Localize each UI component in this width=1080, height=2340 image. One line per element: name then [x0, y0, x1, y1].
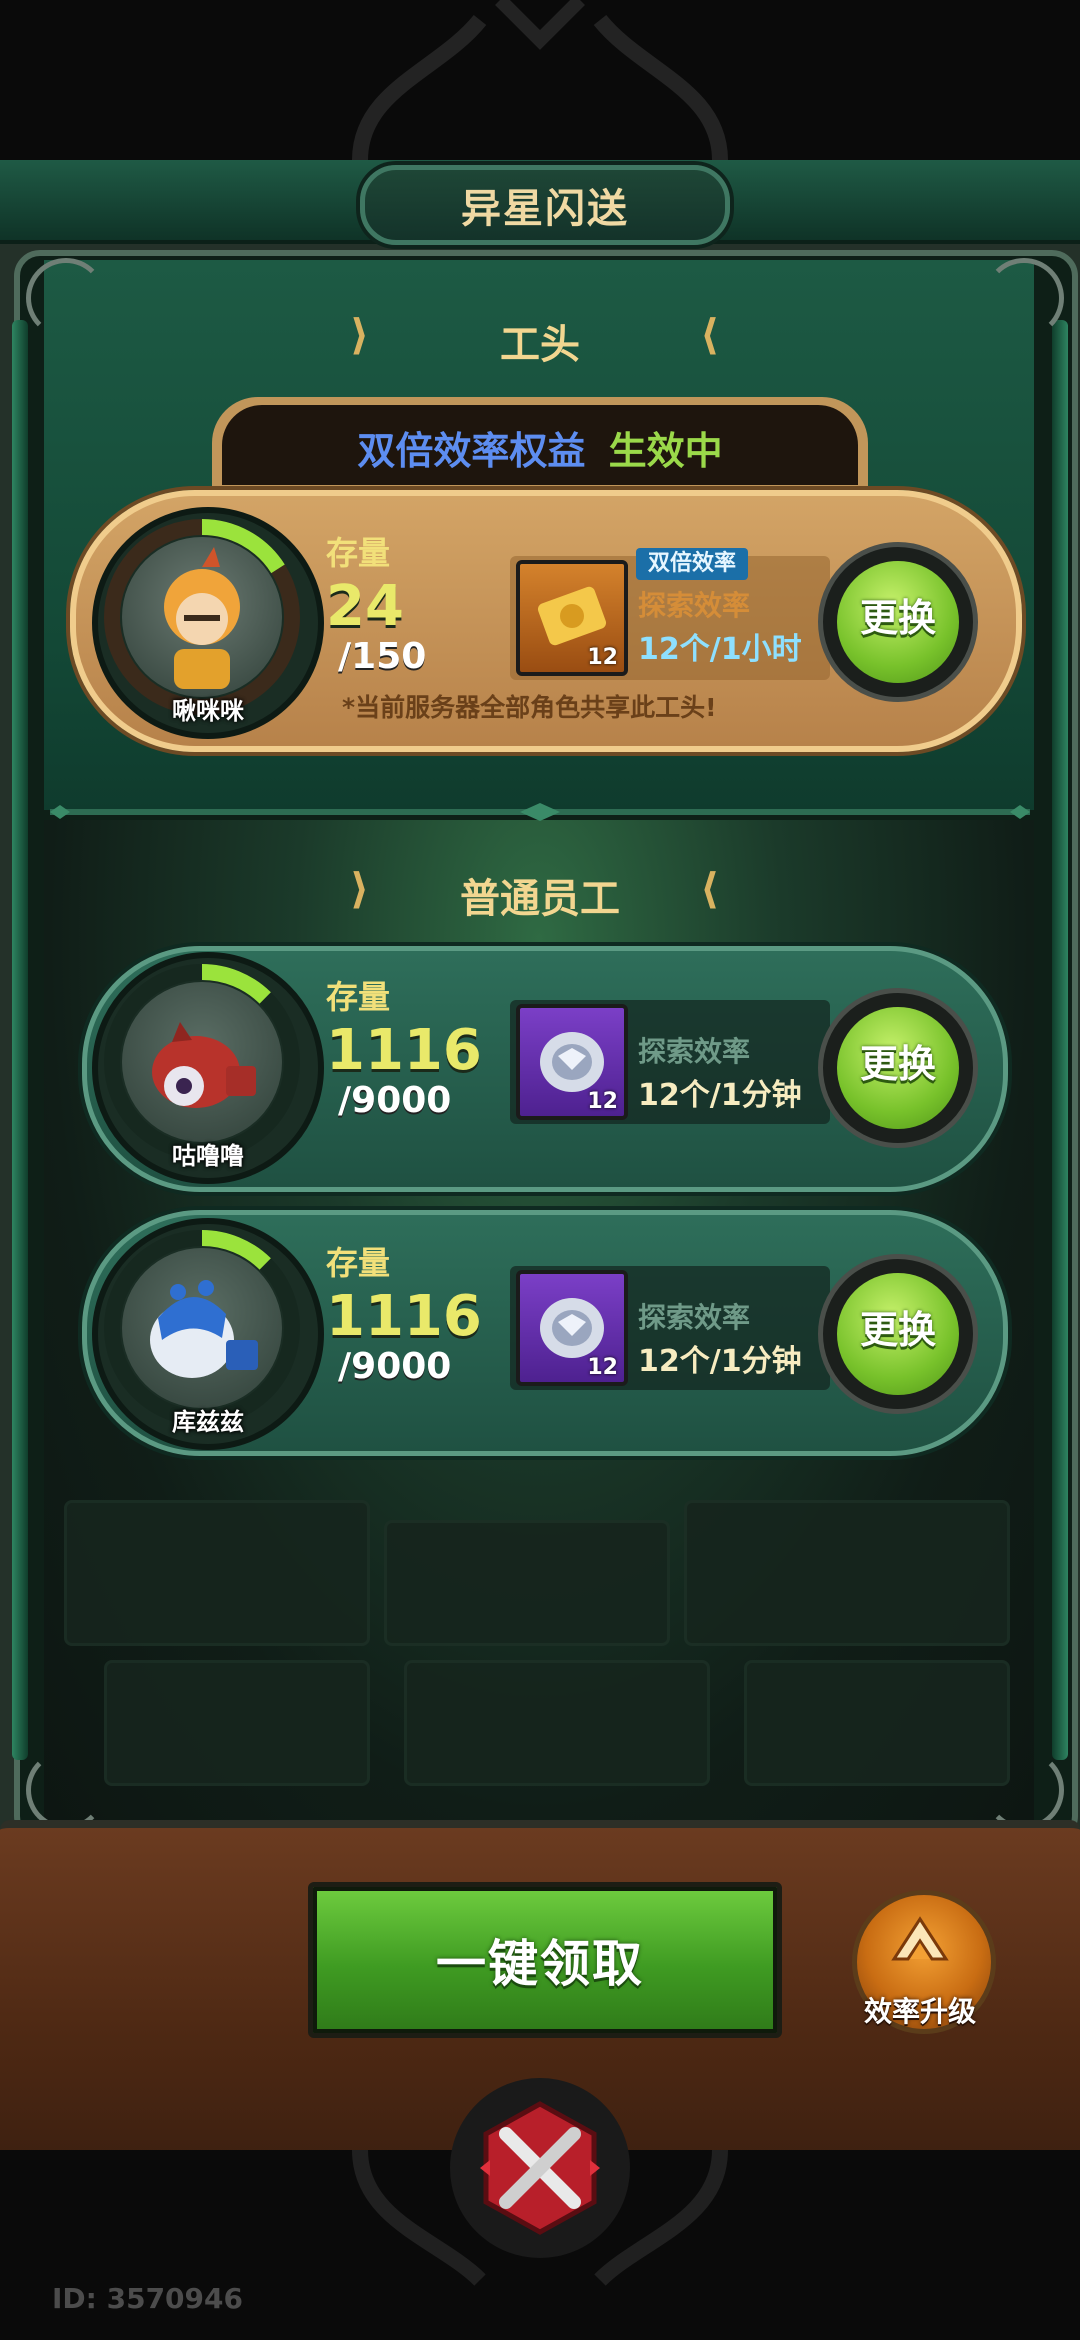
boss-stock-label: 存量 [326, 534, 391, 572]
boss-shared-note: *当前服务器全部角色共享此工头! [342, 693, 717, 722]
staff-stock-count: 1116 [326, 1018, 482, 1083]
staff-stock-label: 存量 [326, 1244, 391, 1282]
staff-stock-capacity: /9000 [338, 1080, 452, 1121]
boss-efficiency-rate: 12个/1小时 [638, 632, 802, 667]
page-title: 异星闪送 [461, 186, 629, 232]
staff-item-count: 12 [587, 1355, 618, 1380]
frame-corner-ornament [984, 1750, 1064, 1830]
chevron-left-icon: ⟨ [700, 864, 720, 913]
staff-item-slot[interactable]: 12 [516, 1004, 628, 1120]
close-x-icon [480, 2101, 600, 2235]
staff-item-count: 12 [587, 1089, 618, 1114]
staff-efficiency-label: 探索效率 [638, 1035, 751, 1068]
frame-corner-ornament [26, 1750, 106, 1830]
boss-item-slot[interactable]: 12 [516, 560, 628, 676]
staff-stock-label: 存量 [326, 978, 391, 1016]
top-ornament [352, 0, 728, 160]
staff-efficiency-label: 探索效率 [638, 1301, 751, 1334]
boss-item-count: 12 [587, 645, 618, 670]
frame-rail-left [12, 320, 28, 1760]
staff-stock-capacity: /9000 [338, 1346, 452, 1387]
staff-swap-button[interactable]: 更换 [818, 1254, 978, 1414]
boss-swap-button[interactable]: 更换 [818, 542, 978, 702]
staff-name: 库兹兹 [172, 1408, 244, 1436]
staff-avatar [122, 1248, 282, 1408]
boss-section-title: 工头 [500, 322, 580, 368]
boss-stock-capacity: /150 [338, 636, 427, 677]
chevron-left-icon: ⟨ [700, 310, 720, 359]
active-label: 生效中 [608, 429, 723, 473]
frame-rail-right [1052, 320, 1068, 1760]
boss-status-text: 双倍效率权益 生效中 [222, 420, 858, 475]
staff-portrait[interactable]: 库兹兹 [92, 1218, 324, 1450]
staff-name: 咕噜噜 [172, 1142, 244, 1170]
claim-all-label: 一键领取 [436, 1935, 644, 1993]
boss-stock-count: 24 [326, 574, 404, 639]
staff-stock-count: 1116 [326, 1284, 482, 1349]
staff-section-title: 普通员工 [460, 876, 620, 922]
staff-efficiency-rate: 12个/1分钟 [638, 1078, 802, 1113]
staff-item-slot[interactable]: 12 [516, 1270, 628, 1386]
boss-efficiency-label: 探索效率 [638, 589, 751, 622]
boss-portrait[interactable]: 啾咪咪 [92, 507, 324, 739]
efficiency-upgrade-label: 效率升级 [863, 1995, 976, 2028]
upgrade-arrow-icon [891, 1916, 949, 1961]
swap-button-label: 更换 [859, 596, 936, 640]
section-divider [50, 803, 1030, 821]
user-id: ID: 3570946 [52, 2282, 243, 2315]
swap-button-label: 更换 [859, 1308, 936, 1352]
staff-avatar [122, 982, 282, 1142]
staff-portrait[interactable]: 咕噜噜 [92, 952, 324, 1184]
boss-avatar [122, 537, 282, 697]
benefit-label: 双倍效率权益 [357, 429, 586, 473]
swap-button-label: 更换 [859, 1042, 936, 1086]
staff-swap-button[interactable]: 更换 [818, 988, 978, 1148]
boss-name: 啾咪咪 [172, 697, 244, 725]
double-efficiency-tag: 双倍效率 [636, 548, 748, 580]
staff-efficiency-rate: 12个/1分钟 [638, 1344, 802, 1379]
